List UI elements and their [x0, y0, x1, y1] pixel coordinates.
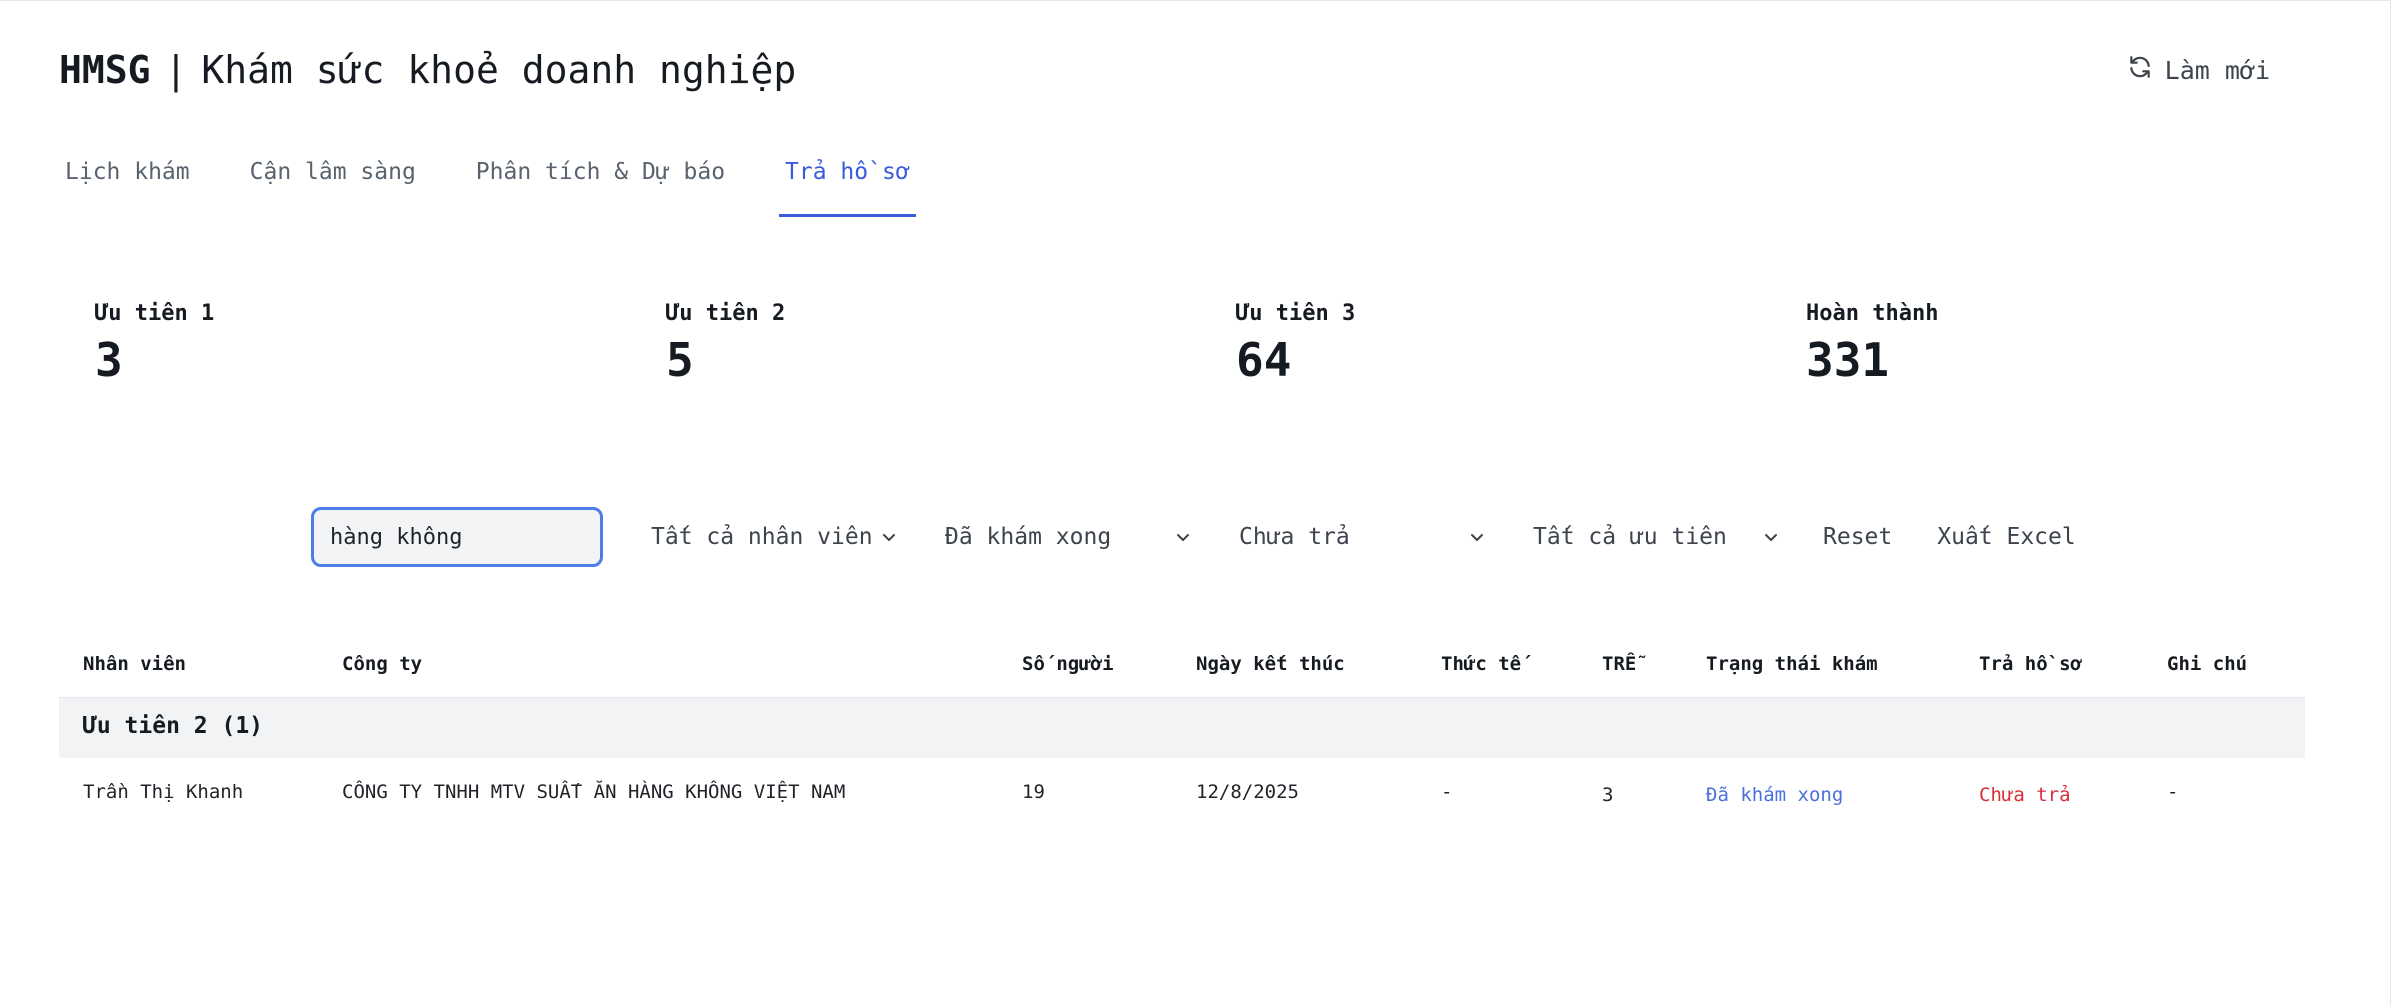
- brand-name: HMSG: [59, 48, 151, 92]
- column-header-staff[interactable]: Nhân viên: [83, 653, 186, 675]
- stat-label: Hoàn thành: [1806, 301, 1939, 326]
- cell-late: 3: [1602, 784, 1614, 806]
- stat-priority-2: Ưu tiên 2 5: [666, 301, 785, 386]
- column-header-exam-status[interactable]: Trạng thái khám: [1706, 653, 1878, 675]
- stat-completed: Hoàn thành 331: [1806, 301, 1938, 386]
- cell-note: -: [2167, 781, 2179, 803]
- tab-can-lam-sang[interactable]: Cận lâm sàng: [244, 151, 422, 217]
- title-separator: |: [164, 48, 188, 92]
- chevron-down-icon: [1177, 534, 1189, 541]
- tab-bar: Lịch khám Cận lâm sàng Phân tích & Dự bá…: [59, 151, 964, 217]
- refresh-label: Làm mới: [2164, 55, 2270, 85]
- refresh-button[interactable]: Làm mới: [2127, 53, 2270, 87]
- stat-value: 331: [1806, 333, 1890, 387]
- staff-select[interactable]: Tất cả nhân viên: [651, 510, 897, 564]
- column-header-note[interactable]: Ghi chú: [2167, 653, 2247, 675]
- page: HMSG | Khám sức khoẻ doanh nghiệp Làm mới …: [0, 0, 2391, 1006]
- column-header-return-status[interactable]: Trả hồ sơ: [1979, 653, 2082, 675]
- stat-value: 5: [666, 333, 694, 387]
- priority-select-value: Tất cả ưu tiên: [1533, 524, 1727, 550]
- chevron-down-icon: [883, 534, 895, 541]
- column-header-people[interactable]: Số người: [1022, 653, 1114, 675]
- page-title: HMSG | Khám sức khoẻ doanh nghiệp: [59, 45, 796, 95]
- header: HMSG | Khám sức khoẻ doanh nghiệp Làm mới: [59, 45, 2332, 95]
- column-header-late[interactable]: TRỄ: [1602, 653, 1636, 675]
- stat-value: 3: [95, 333, 123, 387]
- cell-staff: Trần Thị Khanh: [83, 781, 244, 803]
- return-status-select[interactable]: Chưa trả: [1239, 510, 1485, 564]
- column-header-company[interactable]: Công ty: [342, 653, 422, 675]
- refresh-icon: [2127, 54, 2153, 86]
- search-input[interactable]: [311, 507, 603, 567]
- group-row-priority-2[interactable]: Ưu tiên 2 (1): [59, 698, 2305, 758]
- reset-button[interactable]: Reset: [1823, 524, 1892, 550]
- table-header: Nhân viên Công ty Số người Ngày kết thúc…: [59, 639, 2305, 698]
- records-table: Nhân viên Công ty Số người Ngày kết thúc…: [59, 639, 2305, 830]
- staff-select-value: Tất cả nhân viên: [651, 524, 873, 550]
- cell-return-status[interactable]: Chưa trả: [1979, 784, 2071, 806]
- cell-company: CÔNG TY TNHH MTV SUẤT ĂN HÀNG KHÔNG VIỆT…: [342, 781, 846, 803]
- group-label: Ưu tiên 2 (1): [83, 713, 264, 739]
- chevron-down-icon: [1765, 534, 1777, 541]
- stat-label: Ưu tiên 1: [95, 301, 215, 326]
- stat-label: Ưu tiên 2: [666, 301, 786, 326]
- return-status-select-value: Chưa trả: [1239, 524, 1350, 550]
- filter-bar: Tất cả nhân viên Đã khám xong Chưa trả T…: [311, 507, 2076, 567]
- stat-priority-1: Ưu tiên 1 3: [95, 301, 214, 386]
- app-title-text: Khám sức khoẻ doanh nghiệp: [201, 48, 797, 92]
- cell-actual: -: [1441, 781, 1453, 803]
- column-header-end-date[interactable]: Ngày kết thúc: [1196, 653, 1345, 675]
- cell-exam-status[interactable]: Đã khám xong: [1706, 784, 1843, 806]
- table-row[interactable]: Trần Thị Khanh CÔNG TY TNHH MTV SUẤT ĂN …: [59, 758, 2305, 830]
- stat-label: Ưu tiên 3: [1236, 301, 1356, 326]
- tab-phan-tich-du-bao[interactable]: Phân tích & Dự báo: [470, 151, 731, 217]
- exam-status-select-value: Đã khám xong: [945, 524, 1112, 550]
- column-header-actual[interactable]: Thức tế: [1441, 653, 1521, 675]
- tab-tra-ho-so[interactable]: Trả hồ sơ: [779, 151, 916, 217]
- stat-value: 64: [1236, 333, 1292, 387]
- cell-end-date: 12/8/2025: [1196, 781, 1299, 803]
- exam-status-select[interactable]: Đã khám xong: [945, 510, 1191, 564]
- cell-people: 19: [1022, 781, 1045, 803]
- export-excel-button[interactable]: Xuất Excel: [1937, 524, 2075, 550]
- chevron-down-icon: [1471, 534, 1483, 541]
- tab-lich-kham[interactable]: Lịch khám: [59, 151, 196, 217]
- priority-select[interactable]: Tất cả ưu tiên: [1533, 510, 1779, 564]
- stat-priority-3: Ưu tiên 3 64: [1236, 301, 1355, 386]
